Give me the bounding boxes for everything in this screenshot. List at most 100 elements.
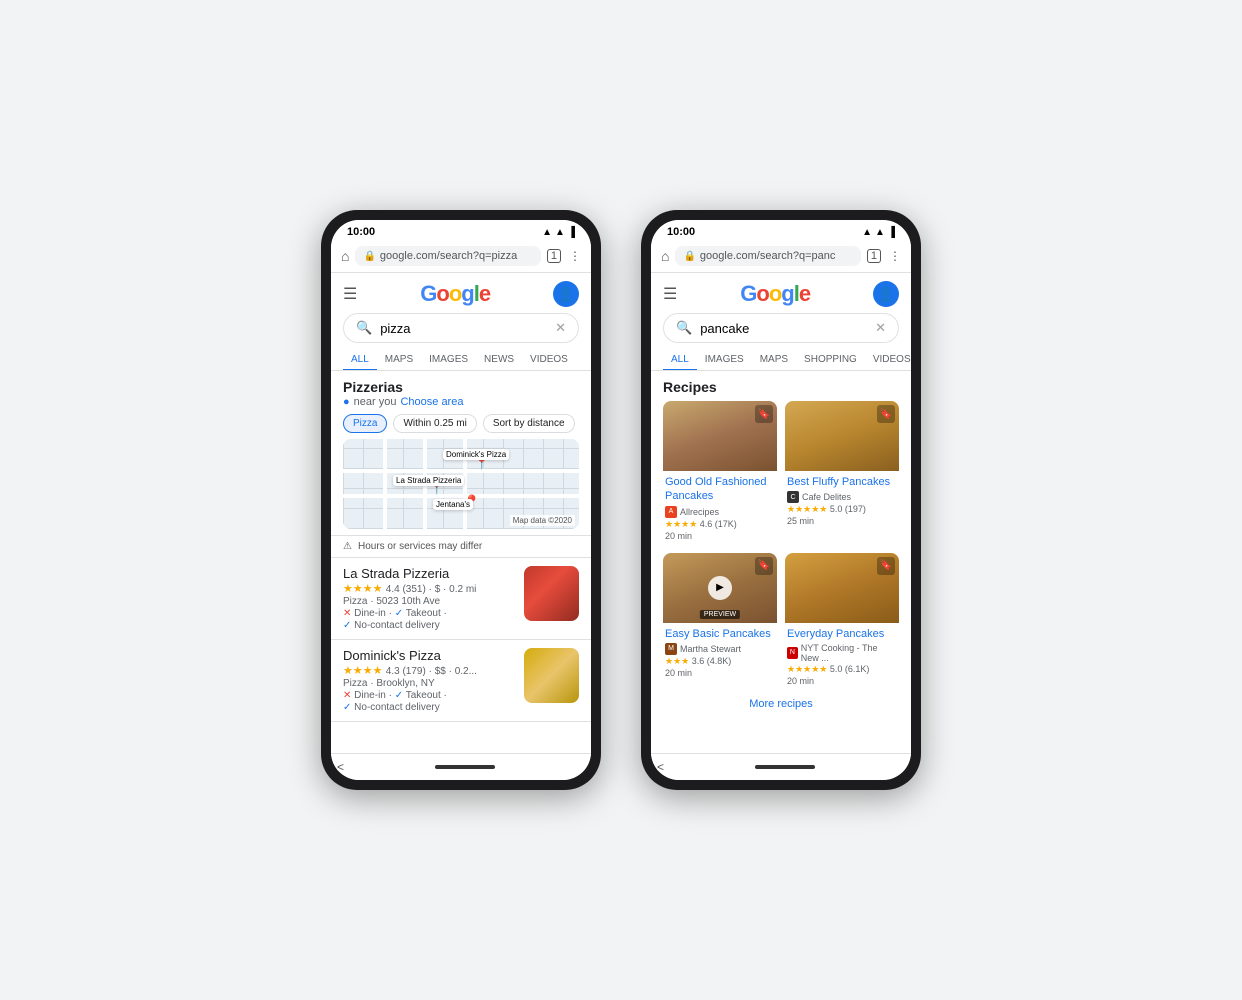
tab-all-2[interactable]: ALL: [663, 349, 697, 370]
time-2: 10:00: [667, 226, 695, 238]
pizza-image-1: [524, 566, 579, 621]
battery-icon-2: ▐: [888, 227, 895, 238]
recipe-card-ebp[interactable]: 🔖 ▶ PREVIEW Easy Basic Pancakes M Martha…: [663, 553, 777, 690]
restaurant-item-dominicks[interactable]: Dominick's Pizza ★★★★ 4.3 (179) · $$ · 0…: [331, 640, 591, 722]
url-bar-2[interactable]: 🔒 google.com/search?q=panc: [675, 246, 860, 266]
tab-images-2[interactable]: IMAGES: [697, 349, 752, 370]
map-label-lastrada: La Strada Pizzeria: [393, 475, 464, 486]
tab-all-1[interactable]: ALL: [343, 349, 377, 370]
warning-row: ⚠ Hours or services may differ: [331, 535, 591, 558]
menu-icon-1[interactable]: ⋮: [569, 249, 581, 263]
recipe-rating-ebp: ★★★ 3.6 (4.8K): [665, 656, 775, 667]
url-text-2: google.com/search?q=panc: [700, 250, 853, 262]
check-icon-delivery: ✓: [343, 620, 351, 631]
tab-shopping-2[interactable]: SHOPPING: [796, 349, 865, 370]
bookmark-icon-1[interactable]: 🔖: [755, 405, 773, 423]
clear-icon-1[interactable]: ✕: [555, 320, 566, 336]
tab-maps-1[interactable]: MAPS: [377, 349, 421, 370]
play-button-ebp[interactable]: ▶: [708, 576, 732, 600]
wifi-icon-2: ▲: [862, 227, 872, 238]
map-credit: Map data ©2020: [510, 515, 575, 526]
bookmark-icon-3[interactable]: 🔖: [755, 557, 773, 575]
recipe-title-gofp[interactable]: Good Old Fashioned Pancakes: [665, 475, 775, 504]
url-bar-1[interactable]: 🔒 google.com/search?q=pizza: [355, 246, 540, 266]
address-bar-1[interactable]: ⌂ 🔒 google.com/search?q=pizza 1 ⋮: [331, 242, 591, 273]
search-query-1[interactable]: pizza: [380, 321, 410, 336]
map-area[interactable]: 📍 📍 📍 Dominick's Pizza La Strada Pizzeri…: [343, 439, 579, 529]
back-button-2[interactable]: <: [657, 760, 664, 774]
wifi-icon: ▲: [542, 227, 552, 238]
hamburger-icon-1[interactable]: ☰: [343, 284, 357, 304]
tab-videos-1[interactable]: VIDEOS: [522, 349, 576, 370]
warning-icon: ⚠: [343, 541, 352, 552]
phone-pizza: 10:00 ▲ ▲ ▐ ⌂ 🔒 google.com/search?q=pizz…: [321, 210, 601, 790]
clear-icon-2[interactable]: ✕: [875, 320, 886, 336]
recipe-title-ebp[interactable]: Easy Basic Pancakes: [665, 627, 775, 641]
search-icon-2: 🔍: [676, 320, 692, 336]
bookmark-icon-4[interactable]: 🔖: [877, 557, 895, 575]
stars-dominicks: ★★★★: [343, 665, 382, 677]
near-you-row: ● near you Choose area: [343, 396, 579, 408]
more-recipes-link[interactable]: More recipes: [663, 690, 899, 718]
delivery-dominicks: ✓ No-contact delivery: [343, 702, 516, 713]
recipe-title-ep[interactable]: Everyday Pancakes: [787, 627, 897, 641]
chip-distance[interactable]: Within 0.25 mi: [393, 414, 476, 433]
hamburger-icon-2[interactable]: ☰: [663, 284, 677, 304]
bookmark-icon-2[interactable]: 🔖: [877, 405, 895, 423]
time-1: 10:00: [347, 226, 375, 238]
tab-images-1[interactable]: IMAGES: [421, 349, 476, 370]
map-label-jentanas: Jentana's: [433, 499, 473, 510]
home-nav-icon[interactable]: ⌂: [341, 248, 349, 264]
recipe-info-ebp: Easy Basic Pancakes M Martha Stewart ★★★…: [663, 623, 777, 682]
restaurant-item-lastrada[interactable]: La Strada Pizzeria ★★★★ 4.4 (351) · $ · …: [331, 558, 591, 640]
home-indicator-2: [755, 765, 815, 769]
recipe-card-bfp[interactable]: 🔖 Best Fluffy Pancakes C Cafe Delites ★★…: [785, 401, 899, 545]
google-logo-1: Google: [420, 281, 490, 307]
phone-pancake: 10:00 ▲ ▲ ▐ ⌂ 🔒 google.com/search?q=panc…: [641, 210, 921, 790]
options-dominicks: ✕ Dine-in · ✓ Takeout ·: [343, 690, 516, 701]
pizzerias-title: Pizzerias: [343, 379, 403, 395]
recipe-img-ebp: 🔖 ▶ PREVIEW: [663, 553, 777, 623]
address-bar-2[interactable]: ⌂ 🔒 google.com/search?q=panc 1 ⋮: [651, 242, 911, 273]
home-nav-icon-2[interactable]: ⌂: [661, 248, 669, 264]
back-button-1[interactable]: <: [337, 760, 344, 774]
search-query-2[interactable]: pancake: [700, 321, 749, 336]
chip-sort[interactable]: Sort by distance: [483, 414, 575, 433]
menu-icon-2[interactable]: ⋮: [889, 249, 901, 263]
recipe-card-gofp[interactable]: 🔖 Good Old Fashioned Pancakes A Allrecip…: [663, 401, 777, 545]
tab-counter-2[interactable]: 1: [867, 249, 881, 263]
recipes-title: Recipes: [663, 379, 717, 395]
avatar-1[interactable]: 👤: [553, 281, 579, 307]
recipe-title-bfp[interactable]: Best Fluffy Pancakes: [787, 475, 897, 489]
recipe-source-ebp: M Martha Stewart: [665, 643, 775, 655]
search-icon-1: 🔍: [356, 320, 372, 336]
road-h-2: [343, 494, 579, 498]
status-icons-1: ▲ ▲ ▐: [542, 227, 575, 238]
map-background: 📍 📍 📍 Dominick's Pizza La Strada Pizzeri…: [343, 439, 579, 529]
rating-dominicks: 4.3 (179) · $$ · 0.2...: [386, 666, 477, 677]
tab-maps-2[interactable]: MAPS: [752, 349, 796, 370]
bottom-bar-1: <: [331, 753, 591, 780]
recipe-rating-gofp: ★★★★ 4.6 (17K): [665, 519, 775, 530]
scroll-content-1: Pizzerias ● near you Choose area Pizza W…: [331, 371, 591, 753]
tab-counter-1[interactable]: 1: [547, 249, 561, 263]
pizza-image-2: [524, 648, 579, 703]
search-bar-2[interactable]: 🔍 pancake ✕: [663, 313, 899, 343]
restaurant-img-lastrada: [524, 566, 579, 621]
meta-dominicks: Pizza · Brooklyn, NY: [343, 678, 516, 689]
tab-news-1[interactable]: NEWS: [476, 349, 522, 370]
search-bar-1[interactable]: 🔍 pizza ✕: [343, 313, 579, 343]
warning-text: Hours or services may differ: [358, 541, 482, 552]
scroll-content-2: Recipes 🔖 Good Old Fashioned Pancakes: [651, 371, 911, 753]
choose-area-link[interactable]: Choose area: [400, 396, 463, 408]
avatar-2[interactable]: 👤: [873, 281, 899, 307]
recipes-grid: 🔖 Good Old Fashioned Pancakes A Allrecip…: [663, 401, 899, 690]
source-icon-cafe: C: [787, 491, 799, 503]
restaurant-name-dominicks: Dominick's Pizza: [343, 648, 516, 663]
tab-videos-2[interactable]: VIDEOS: [865, 349, 911, 370]
meta-lastrada: Pizza · 5023 10th Ave: [343, 596, 516, 607]
chip-pizza[interactable]: Pizza: [343, 414, 387, 433]
rating-lastrada: 4.4 (351) · $ · 0.2 mi: [386, 584, 477, 595]
recipe-card-ep[interactable]: 🔖 Everyday Pancakes N NYT Cooking - The …: [785, 553, 899, 690]
source-icon-nyt: N: [787, 647, 798, 659]
